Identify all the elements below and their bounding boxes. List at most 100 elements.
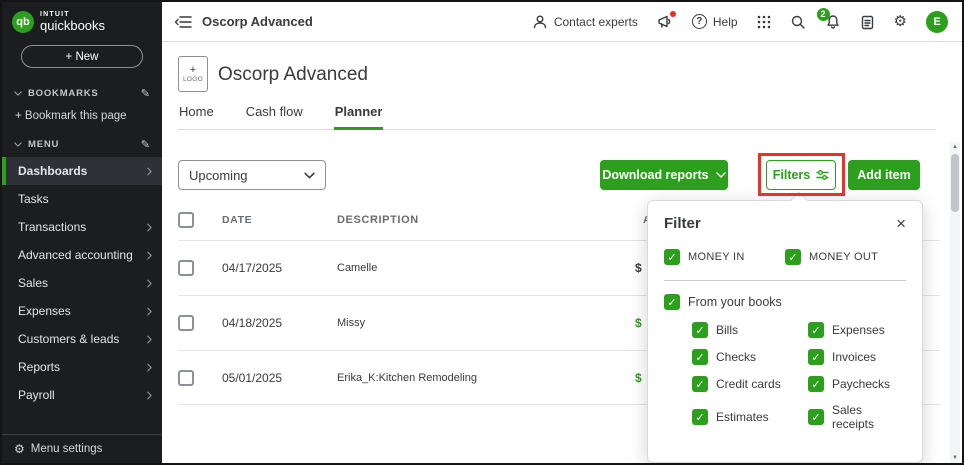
clipboard-icon [860,14,875,30]
search-button[interactable] [790,14,806,30]
sidebar-item-expenses[interactable]: Expenses [2,297,162,325]
chevron-right-icon [147,279,152,288]
sidebar-item-label: Reports [18,360,147,374]
download-reports-button[interactable]: Download reports [600,160,728,190]
sidebar-item-label: Sales [18,276,147,290]
sales-receipts-checkbox[interactable]: ✓ Sales receipts [808,403,906,431]
help-button[interactable]: ? Help [692,14,738,29]
sidebar-item-advanced-accounting[interactable]: Advanced accounting [2,241,162,269]
menu-settings-button[interactable]: ⚙ Menu settings [2,434,162,463]
qb-logo-icon: qb [12,11,34,33]
bills-checkbox[interactable]: ✓ Bills [692,322,808,338]
select-all-checkbox[interactable] [178,212,194,228]
paychecks-checkbox[interactable]: ✓ Paychecks [808,376,906,392]
notifications-button[interactable]: 2 [825,14,841,30]
expenses-label: Expenses [832,323,885,337]
row-checkbox[interactable] [178,315,194,331]
company-logo-placeholder[interactable]: + LOGO [178,56,208,92]
bookmarks-section-header[interactable]: BOOKMARKS ✎ [2,78,162,104]
row-checkbox[interactable] [178,260,194,276]
person-icon [532,14,548,30]
scroll-up-arrow[interactable]: ▲ [950,144,960,150]
contact-experts-button[interactable]: Contact experts [532,14,638,30]
range-select-dropdown[interactable]: Upcoming [178,160,326,190]
popup-divider [664,280,906,281]
checks-checkbox[interactable]: ✓ Checks [692,349,808,365]
bookmark-this-page-link[interactable]: + Bookmark this page [2,104,162,129]
from-your-books-checkbox[interactable]: ✓ From your books [664,294,906,310]
collapse-sidebar-icon[interactable] [174,15,192,29]
sidebar-item-customers-leads[interactable]: Customers & leads [2,325,162,353]
settings-button[interactable]: ⚙ [894,14,907,29]
sidebar-item-dashboards[interactable]: Dashboards [2,157,162,185]
help-icon: ? [692,14,707,29]
tab-bar: Home Cash flow Planner [178,102,936,130]
sidebar-item-tasks[interactable]: Tasks [2,185,162,213]
sidebar-item-label: Dashboards [18,164,147,178]
invoices-checkbox[interactable]: ✓ Invoices [808,349,906,365]
megaphone-icon [657,14,673,30]
sidebar: qb INTUIT quickbooks + New BOOKMARKS ✎ +… [2,2,162,463]
sidebar-item-payroll[interactable]: Payroll [2,381,162,409]
sidebar-item-sales[interactable]: Sales [2,269,162,297]
expenses-checkbox[interactable]: ✓ Expenses [808,322,906,338]
tab-planner[interactable]: Planner [334,102,384,129]
row-amount-link[interactable]: $ [635,316,642,330]
sliders-icon [816,169,829,181]
gear-icon: ⚙ [14,443,25,455]
tab-home[interactable]: Home [178,102,215,129]
popup-caret [791,192,808,209]
row-checkbox[interactable] [178,370,194,386]
credit-cards-label: Credit cards [716,377,781,391]
from-your-books-label: From your books [688,295,782,309]
menu-section-header[interactable]: MENU ✎ [2,129,162,155]
app-window: qb INTUIT quickbooks + New BOOKMARKS ✎ +… [0,0,964,465]
money-in-checkbox[interactable]: ✓ MONEY IN [664,249,785,265]
contact-experts-label: Contact experts [554,15,638,29]
close-icon[interactable]: × [896,215,906,232]
edit-bookmarks-icon[interactable]: ✎ [141,87,150,100]
main-area: Oscorp Advanced Contact experts ? [162,2,962,463]
download-reports-label: Download reports [602,168,708,182]
vertical-scrollbar[interactable]: ▲ ▼ [950,142,960,463]
row-date: 04/18/2025 [222,316,337,330]
tasks-button[interactable] [860,14,875,30]
edit-menu-icon[interactable]: ✎ [141,138,150,151]
menu-label: MENU [28,139,141,150]
menu-settings-label: Menu settings [31,443,103,455]
filter-popup-title: Filter [664,215,701,232]
row-amount: $ [635,261,642,275]
notification-dot [670,11,676,17]
checked-checkbox-icon: ✓ [692,322,708,338]
row-date: 04/17/2025 [222,261,337,275]
filters-button[interactable]: Filters [766,160,836,190]
money-out-checkbox[interactable]: ✓ MONEY OUT [785,249,878,265]
column-header-date: DATE [222,214,337,226]
row-amount-link[interactable]: $ [635,371,642,385]
chevron-right-icon [147,223,152,232]
sidebar-item-transactions[interactable]: Transactions [2,213,162,241]
sidebar-item-label: Advanced accounting [18,248,147,262]
checked-checkbox-icon: ✓ [664,249,680,265]
estimates-checkbox[interactable]: ✓ Estimates [692,403,808,431]
feedback-button[interactable] [657,14,673,30]
checked-checkbox-icon: ✓ [692,409,708,425]
scroll-down-arrow[interactable]: ▼ [950,455,960,461]
credit-cards-checkbox[interactable]: ✓ Credit cards [692,376,808,392]
tab-cash-flow[interactable]: Cash flow [245,102,304,129]
sidebar-item-reports[interactable]: Reports [2,353,162,381]
add-item-button[interactable]: Add item [848,160,920,190]
quickbooks-logo: qb INTUIT quickbooks [2,2,162,38]
user-avatar[interactable]: E [926,11,948,33]
chevron-right-icon [147,167,152,176]
apps-button[interactable] [757,15,771,29]
sales-receipts-label: Sales receipts [832,403,906,431]
chevron-down-icon [14,142,22,147]
chevron-right-icon [147,251,152,260]
filter-popup: Filter × ✓ MONEY IN ✓ MONEY OUT ✓ [647,200,923,463]
row-description: Erika_K:Kitchen Remodeling [337,372,643,384]
scrollbar-thumb[interactable] [951,154,959,212]
sidebar-item-label: Payroll [18,388,147,402]
checked-checkbox-icon: ✓ [785,249,801,265]
new-button[interactable]: + New [21,45,143,68]
